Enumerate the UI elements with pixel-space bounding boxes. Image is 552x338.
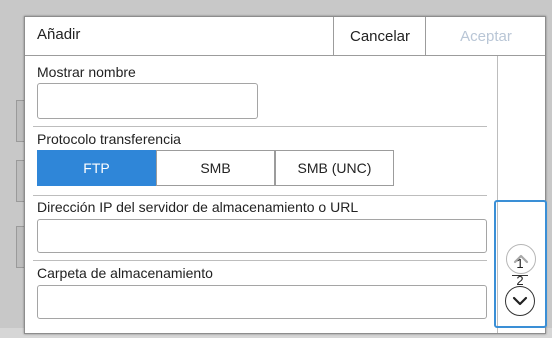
cancel-button[interactable]: Cancelar (333, 17, 426, 55)
page-down-button[interactable] (505, 286, 535, 316)
protocol-smb-button[interactable]: SMB (156, 150, 275, 186)
display-name-label: Mostrar nombre (37, 64, 136, 80)
storage-folder-label: Carpeta de almacenamiento (37, 265, 213, 281)
current-page: 1 (516, 256, 524, 271)
server-address-field[interactable] (37, 219, 487, 253)
protocol-smb-unc-button[interactable]: SMB (UNC) (275, 150, 394, 186)
divider (33, 260, 487, 261)
divider (33, 126, 487, 127)
protocol-label: Protocolo transferencia (37, 131, 181, 147)
chevron-down-icon (512, 296, 528, 306)
protocol-ftp-button[interactable]: FTP (37, 150, 156, 186)
dialog-header: Añadir Cancelar Aceptar (25, 17, 545, 56)
display-name-field[interactable] (37, 83, 258, 119)
accept-button[interactable]: Aceptar (425, 17, 545, 55)
add-dialog: Añadir Cancelar Aceptar Mostrar nombre P… (24, 16, 546, 334)
form-content: Mostrar nombre Protocolo transferencia F… (25, 56, 497, 333)
server-address-label: Dirección IP del servidor de almacenamie… (37, 199, 359, 215)
divider (33, 195, 487, 196)
storage-folder-field[interactable] (37, 285, 487, 319)
dialog-title: Añadir (37, 26, 81, 43)
